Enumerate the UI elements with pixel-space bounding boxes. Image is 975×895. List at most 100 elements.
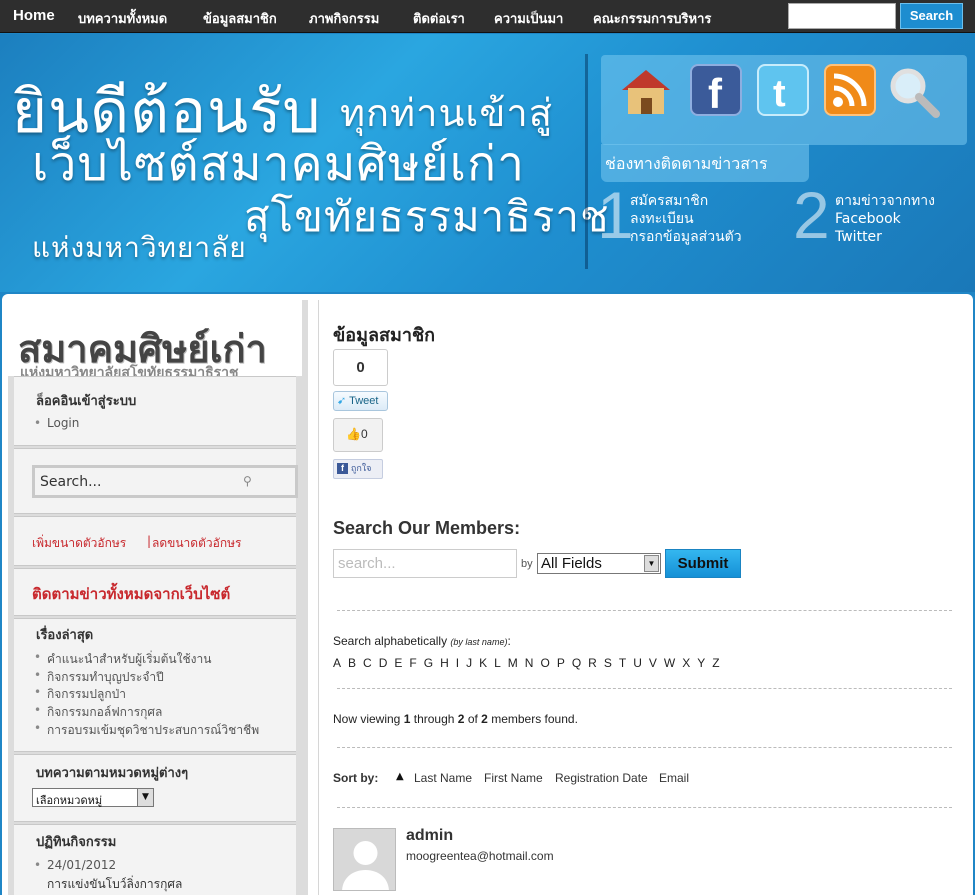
alphabet-letter-link[interactable]: X xyxy=(682,656,690,670)
divider xyxy=(337,610,952,611)
sort-ascending-icon: ▲ xyxy=(396,771,404,782)
alphabet-letter-link[interactable]: O xyxy=(540,656,549,670)
member-email: moogreentea@hotmail.com xyxy=(406,849,554,863)
sort-first-name[interactable]: First Name xyxy=(484,771,543,785)
magnifier-icon[interactable] xyxy=(886,64,940,118)
alphabet-letter-link[interactable]: L xyxy=(494,656,501,670)
nav-history[interactable]: ความเป็นมา xyxy=(494,8,563,29)
svg-text:t: t xyxy=(773,73,786,114)
alpha-search-label: Search alphabetically (by last name): xyxy=(333,634,511,648)
chevron-down-icon[interactable]: ▼ xyxy=(137,789,153,806)
step-1-line-2: ลงทะเบียน xyxy=(630,211,694,227)
tweet-label: Tweet xyxy=(349,395,379,407)
home-icon[interactable] xyxy=(618,64,670,116)
nav-activity-photos[interactable]: ภาพกิจกรรม xyxy=(309,8,379,29)
nav-contact[interactable]: ติดต่อเรา xyxy=(413,8,465,29)
alphabet-letter-link[interactable]: W xyxy=(664,656,675,670)
member-name[interactable]: admin xyxy=(406,827,453,845)
divider xyxy=(337,688,952,689)
alphabet-letter-link[interactable]: S xyxy=(604,656,612,670)
nav-search-button[interactable]: Search xyxy=(900,3,963,29)
recent-post-3[interactable]: กิจกรรมปลูกป่า xyxy=(34,685,126,704)
alphabet-letter-link[interactable]: A xyxy=(333,656,341,670)
search-icon[interactable]: ⚲ xyxy=(243,474,252,488)
like-label: ถูกใจ xyxy=(350,464,372,474)
submit-button[interactable]: Submit xyxy=(665,549,741,578)
alphabet-letter-link[interactable]: C xyxy=(363,656,372,670)
alphabet-letter-link[interactable]: M xyxy=(508,656,518,670)
svg-text:f: f xyxy=(708,70,723,114)
alphabet-letter-link[interactable]: F xyxy=(409,656,416,670)
chevron-down-icon[interactable]: ▼ xyxy=(644,555,659,572)
like-count: 0 xyxy=(360,427,368,441)
nav-home[interactable]: Home xyxy=(13,7,55,24)
nav-search-input[interactable] xyxy=(788,3,896,29)
alphabet-letter-link[interactable]: D xyxy=(379,656,388,670)
alpha-note: (by last name) xyxy=(450,637,508,647)
font-increase-link[interactable]: เพิ่มขนาดตัวอักษร xyxy=(32,534,126,553)
twitter-icon[interactable]: t xyxy=(757,64,809,116)
alphabet-letter-link[interactable]: T xyxy=(619,656,626,670)
login-link[interactable]: Login xyxy=(34,416,80,430)
recent-post-4[interactable]: กิจกรรมกอล์ฟการกุศล xyxy=(34,703,162,722)
sort-last-name[interactable]: Last Name xyxy=(414,771,472,785)
sidebar-search-input[interactable]: Search... ⚲ xyxy=(32,465,298,498)
font-size-separator: | xyxy=(147,534,152,548)
calendar-event[interactable]: การแข่งขันโบว์ลิ่งการกุศล xyxy=(47,875,182,894)
like-button[interactable]: f ถูกใจ xyxy=(333,459,383,479)
alphabet-letter-link[interactable]: G xyxy=(424,656,433,670)
rss-icon[interactable] xyxy=(824,64,876,116)
step-2-number: 2 xyxy=(793,178,830,252)
search-members-heading: Search Our Members: xyxy=(333,518,521,538)
nav-all-articles[interactable]: บทความทั้งหมด xyxy=(78,8,167,29)
banner-university-name: สุโขทัยธรรมาธิราช xyxy=(244,192,610,241)
like-count-box: 👍0 xyxy=(333,418,383,452)
viewing-through: through xyxy=(413,712,455,726)
field-select[interactable]: All Fields ▼ xyxy=(537,553,661,574)
recent-post-5[interactable]: การอบรมเข้มชุดวิชาประสบการณ์วิชาชีพ xyxy=(34,721,259,740)
thumbs-up-icon: 👍 xyxy=(346,427,361,441)
divider xyxy=(337,747,952,748)
alphabet-letter-link[interactable]: R xyxy=(588,656,597,670)
field-select-value: All Fields xyxy=(541,555,602,572)
follow-all-link[interactable]: ติดตามข่าวทั้งหมดจากเว็บไซต์ xyxy=(32,582,230,606)
sort-registration-date[interactable]: Registration Date xyxy=(555,771,648,785)
alphabet-letter-link[interactable]: E xyxy=(394,656,402,670)
step-2-line-2: Facebook xyxy=(835,211,901,227)
category-select[interactable]: เลือกหมวดหมู่ ▼ xyxy=(32,788,154,807)
alphabet-letter-link[interactable]: Z xyxy=(712,656,719,670)
login-box xyxy=(14,376,296,446)
nav-committee[interactable]: คณะกรรมการบริหาร xyxy=(593,8,711,29)
site-logo[interactable]: สมาคมศิษย์เก่า แห่งมหาวิทยาลัยสุโขทัยธรร… xyxy=(8,300,302,381)
alpha-label-text: Search alphabetically xyxy=(333,634,448,648)
recent-post-1[interactable]: คำแนะนำสำหรับผู้เริ่มต้นใช้งาน xyxy=(34,650,211,669)
font-decrease-link[interactable]: ลดขนาดตัวอักษร xyxy=(152,534,241,553)
alphabet-letter-link[interactable]: K xyxy=(479,656,487,670)
alphabet-letter-link[interactable]: U xyxy=(633,656,642,670)
alphabet-letter-link[interactable]: Y xyxy=(697,656,705,670)
member-search-input[interactable]: search... xyxy=(333,549,517,578)
avatar[interactable] xyxy=(333,828,396,891)
nav-member-info[interactable]: ข้อมูลสมาชิก xyxy=(203,8,277,29)
step-1-line-1: สมัครสมาชิก xyxy=(630,193,709,209)
main-frame: สมาคมศิษย์เก่า แห่งมหาวิทยาลัยสุโขทัยธรร… xyxy=(2,294,973,895)
banner-divider xyxy=(585,54,588,269)
viewing-prefix: Now viewing xyxy=(333,712,401,726)
calendar-date: 24/01/2012 xyxy=(34,858,116,872)
channel-title: ช่องทางติดตามข่าวสาร xyxy=(601,144,809,182)
alphabet-letter-link[interactable]: B xyxy=(348,656,356,670)
step-1-number: 1 xyxy=(597,178,634,252)
alphabet-letter-link[interactable]: Q xyxy=(572,656,581,670)
alphabet-letter-link[interactable]: V xyxy=(649,656,657,670)
category-select-value: เลือกหมวดหมู่ xyxy=(36,794,103,807)
alphabet-letter-link[interactable]: H xyxy=(440,656,449,670)
recent-title: เรื่องล่าสุด xyxy=(36,628,94,643)
alphabet-letter-link[interactable]: J xyxy=(466,656,472,670)
alphabet-letter-link[interactable]: N xyxy=(525,656,534,670)
alphabet-letter-link[interactable]: I xyxy=(456,656,459,670)
viewing-total: 2 xyxy=(481,712,488,726)
tweet-button[interactable]: ➹ Tweet xyxy=(333,391,388,411)
facebook-icon[interactable]: f xyxy=(690,64,742,117)
sort-email[interactable]: Email xyxy=(659,771,689,785)
alphabet-letter-link[interactable]: P xyxy=(557,656,565,670)
